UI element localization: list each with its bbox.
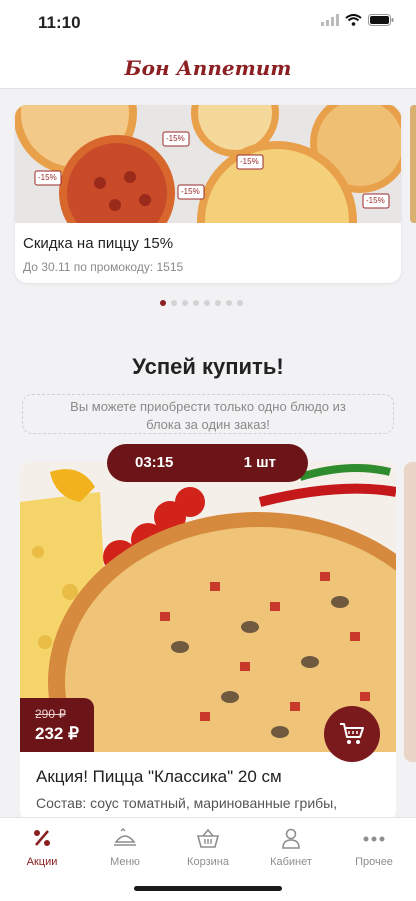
notice-text: Вы можете приобрести только одно блюдо и… bbox=[70, 399, 346, 432]
app-header: Бон Аппетит bbox=[0, 46, 416, 89]
carousel-dot[interactable] bbox=[182, 300, 188, 306]
wifi-icon bbox=[345, 14, 362, 26]
status-icons bbox=[321, 14, 394, 26]
current-price: 232 ₽ bbox=[35, 724, 79, 743]
next-promo-card[interactable] bbox=[410, 105, 416, 223]
tab-label: Корзина bbox=[187, 856, 229, 868]
battery-icon bbox=[368, 14, 394, 26]
tab-label: Кабинет bbox=[270, 856, 312, 868]
available-quantity: 1 шт bbox=[243, 454, 276, 471]
tab-account[interactable]: Кабинет bbox=[251, 828, 331, 868]
tab-menu[interactable]: Меню bbox=[85, 828, 165, 868]
add-to-cart-button[interactable] bbox=[324, 706, 380, 762]
next-product-card[interactable] bbox=[404, 462, 416, 762]
carousel-dot[interactable] bbox=[226, 300, 232, 306]
carousel-dot[interactable] bbox=[171, 300, 177, 306]
percent-icon bbox=[34, 830, 50, 846]
tab-label: Прочее bbox=[355, 856, 393, 868]
cart-icon bbox=[340, 723, 364, 744]
basket-icon bbox=[196, 828, 220, 848]
tab-label: Акции bbox=[26, 856, 58, 868]
promo-tag: -15% bbox=[366, 196, 385, 205]
status-bar: 11:10 bbox=[0, 0, 416, 46]
product-title: Акция! Пицца "Классика" 20 см bbox=[36, 767, 282, 786]
product-description: Состав: соус томатный, маринованные гриб… bbox=[36, 795, 338, 811]
section-title: Успей купить! bbox=[132, 354, 284, 379]
tab-cart[interactable]: Корзина bbox=[168, 828, 248, 868]
carousel-dot[interactable] bbox=[193, 300, 199, 306]
promo-title: Скидка на пиццу 15% bbox=[23, 235, 174, 252]
brand-logo[interactable]: Бон Аппетит bbox=[0, 56, 416, 80]
carousel-dot[interactable] bbox=[237, 300, 243, 306]
order-limit-notice: Вы можете приобрести только одно блюдо и… bbox=[22, 394, 394, 434]
menu-dish-icon bbox=[114, 828, 136, 846]
promo-tag: -15% bbox=[181, 187, 200, 196]
product-card[interactable]: Акция! Пицца "Классика" 20 см Состав: со… bbox=[20, 462, 396, 822]
promo-subtitle: До 30.11 по промокоду: 1515 bbox=[23, 260, 184, 274]
promo-tag: -15% bbox=[166, 134, 185, 143]
carousel-dots bbox=[160, 300, 243, 306]
carousel-dot[interactable] bbox=[204, 300, 210, 306]
tab-label: Меню bbox=[110, 856, 140, 868]
promo-card[interactable]: -15% -15% -15% -15% -15% Скидка на пиццу… bbox=[15, 105, 401, 283]
promo-tag: -15% bbox=[38, 173, 57, 182]
carousel-dot[interactable] bbox=[215, 300, 221, 306]
user-icon bbox=[282, 828, 300, 849]
more-icon bbox=[363, 836, 385, 842]
old-price: 290 ₽ bbox=[35, 707, 66, 721]
promo-image bbox=[15, 105, 401, 223]
offer-timer: 03:15 1 шт bbox=[107, 444, 308, 482]
countdown-time: 03:15 bbox=[135, 454, 174, 471]
promo-tag: -15% bbox=[240, 157, 259, 166]
carousel-dot-active[interactable] bbox=[160, 300, 166, 306]
status-time: 11:10 bbox=[38, 13, 81, 32]
home-indicator[interactable] bbox=[134, 886, 282, 891]
tab-more[interactable]: Прочее bbox=[334, 828, 414, 868]
price-badge: 290 ₽ 232 ₽ bbox=[20, 698, 94, 752]
signal-icon bbox=[321, 14, 339, 26]
tab-promotions[interactable]: Акции bbox=[2, 828, 82, 868]
